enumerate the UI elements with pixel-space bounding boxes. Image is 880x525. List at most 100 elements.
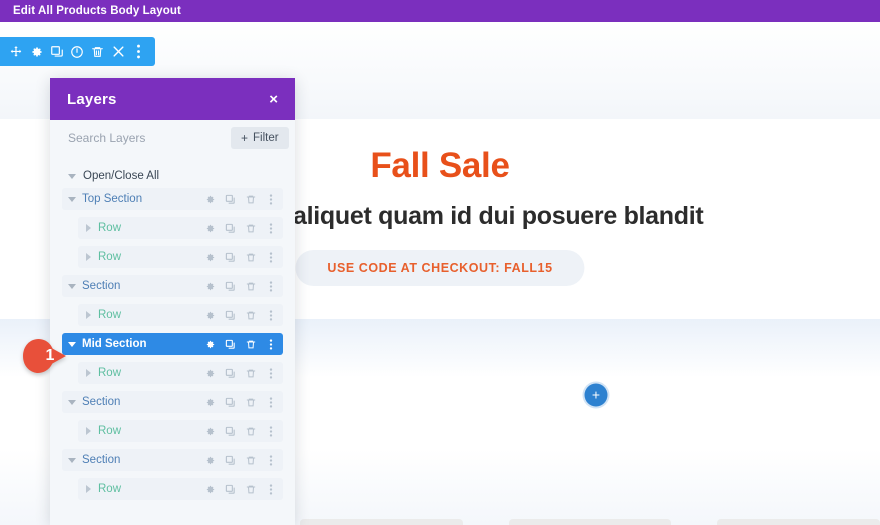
layer-row-label: Top Section bbox=[82, 193, 143, 205]
chevron-right-icon[interactable] bbox=[78, 485, 98, 493]
gear-icon[interactable] bbox=[205, 251, 216, 263]
trash-icon[interactable] bbox=[245, 193, 256, 205]
duplicate-icon[interactable] bbox=[225, 193, 236, 205]
chevron-right-icon[interactable] bbox=[78, 224, 98, 232]
builder-toolbar bbox=[0, 37, 155, 66]
ellipsis-vertical-icon[interactable] bbox=[265, 367, 276, 379]
layers-list[interactable]: Open/Close All Top Section Row Row Section R… bbox=[50, 156, 295, 525]
layer-row-top-section-0[interactable]: Top Section bbox=[62, 188, 283, 210]
layer-row-actions bbox=[205, 454, 276, 466]
layer-row-row-2[interactable]: Row bbox=[78, 246, 283, 268]
ellipsis-vertical-icon[interactable] bbox=[265, 483, 276, 495]
power-icon[interactable] bbox=[69, 44, 85, 60]
duplicate-icon[interactable] bbox=[225, 251, 236, 263]
ellipsis-vertical-icon[interactable] bbox=[265, 193, 276, 205]
search-layers-input[interactable] bbox=[68, 131, 223, 145]
duplicate-icon[interactable] bbox=[225, 425, 236, 437]
chevron-right-icon[interactable] bbox=[78, 311, 98, 319]
filter-button-label: Filter bbox=[253, 132, 279, 144]
layer-row-actions bbox=[205, 483, 276, 495]
trash-icon[interactable] bbox=[245, 396, 256, 408]
layer-row-section-7[interactable]: Section bbox=[62, 391, 283, 413]
gear-icon[interactable] bbox=[29, 44, 45, 60]
ellipsis-vertical-icon[interactable] bbox=[265, 425, 276, 437]
layers-icon[interactable] bbox=[49, 44, 65, 60]
duplicate-icon[interactable] bbox=[225, 222, 236, 234]
duplicate-icon[interactable] bbox=[225, 396, 236, 408]
layer-row-actions bbox=[205, 338, 276, 350]
promo-code-badge[interactable]: USE CODE AT CHECKOUT: FALL15 bbox=[295, 250, 585, 286]
gear-icon[interactable] bbox=[205, 396, 216, 408]
ellipsis-vertical-icon[interactable] bbox=[265, 309, 276, 321]
trash-icon[interactable] bbox=[245, 309, 256, 321]
trash-icon[interactable] bbox=[245, 222, 256, 234]
trash-icon[interactable] bbox=[245, 280, 256, 292]
screen: Fall Sale Curabitur aliquet quam id dui … bbox=[0, 0, 880, 525]
move-icon[interactable] bbox=[8, 44, 24, 60]
layers-panel-header: Layers × bbox=[50, 78, 295, 120]
product-card[interactable] bbox=[717, 519, 880, 525]
gear-icon[interactable] bbox=[205, 193, 216, 205]
layers-search-bar: + Filter bbox=[50, 120, 295, 156]
trash-icon[interactable] bbox=[245, 425, 256, 437]
ellipsis-vertical-icon[interactable] bbox=[265, 280, 276, 292]
filter-button[interactable]: + Filter bbox=[231, 127, 289, 149]
ellipsis-vertical-icon[interactable] bbox=[265, 222, 276, 234]
gear-icon[interactable] bbox=[205, 309, 216, 321]
product-card[interactable] bbox=[300, 519, 463, 525]
admin-bar-title: Edit All Products Body Layout bbox=[13, 5, 181, 17]
gear-icon[interactable] bbox=[205, 454, 216, 466]
layer-row-mid-section-5[interactable]: Mid Section bbox=[62, 333, 283, 355]
close-icon[interactable] bbox=[110, 44, 126, 60]
ellipsis-vertical-icon[interactable] bbox=[265, 454, 276, 466]
layer-row-row-10[interactable]: Row bbox=[78, 478, 283, 500]
trash-icon[interactable] bbox=[245, 483, 256, 495]
chevron-right-icon[interactable] bbox=[78, 369, 98, 377]
ellipsis-vertical-icon[interactable] bbox=[265, 396, 276, 408]
gear-icon[interactable] bbox=[205, 367, 216, 379]
layer-row-row-8[interactable]: Row bbox=[78, 420, 283, 442]
trash-icon[interactable] bbox=[245, 338, 256, 350]
trash-icon[interactable] bbox=[245, 251, 256, 263]
add-row-plus-icon: + bbox=[591, 386, 601, 403]
duplicate-icon[interactable] bbox=[225, 280, 236, 292]
gear-icon[interactable] bbox=[205, 222, 216, 234]
chevron-down-icon[interactable] bbox=[62, 283, 82, 289]
open-close-all-label: Open/Close All bbox=[83, 170, 160, 182]
gear-icon[interactable] bbox=[205, 280, 216, 292]
product-card[interactable] bbox=[508, 519, 672, 525]
layer-row-section-9[interactable]: Section bbox=[62, 449, 283, 471]
gear-icon[interactable] bbox=[205, 483, 216, 495]
layers-panel-title: Layers bbox=[67, 90, 117, 108]
duplicate-icon[interactable] bbox=[225, 338, 236, 350]
duplicate-icon[interactable] bbox=[225, 454, 236, 466]
layer-row-row-4[interactable]: Row bbox=[78, 304, 283, 326]
chevron-down-icon[interactable] bbox=[62, 399, 82, 405]
gear-icon[interactable] bbox=[205, 338, 216, 350]
duplicate-icon[interactable] bbox=[225, 367, 236, 379]
open-close-all-toggle[interactable]: Open/Close All bbox=[50, 166, 295, 188]
duplicate-icon[interactable] bbox=[225, 483, 236, 495]
layer-row-row-1[interactable]: Row bbox=[78, 217, 283, 239]
layer-row-actions bbox=[205, 309, 276, 321]
gear-icon[interactable] bbox=[205, 425, 216, 437]
chevron-down-icon[interactable] bbox=[62, 196, 82, 202]
layer-row-row-6[interactable]: Row bbox=[78, 362, 283, 384]
close-icon[interactable]: × bbox=[269, 92, 278, 107]
ellipsis-vertical-icon[interactable] bbox=[265, 338, 276, 350]
ellipsis-vertical-icon[interactable] bbox=[265, 251, 276, 263]
ellipsis-vertical-icon[interactable] bbox=[131, 44, 147, 60]
trash-icon[interactable] bbox=[245, 454, 256, 466]
trash-icon[interactable] bbox=[90, 44, 106, 60]
layer-row-label: Row bbox=[98, 425, 122, 437]
trash-icon[interactable] bbox=[245, 367, 256, 379]
add-row-button[interactable]: + bbox=[584, 383, 608, 407]
chevron-down-icon[interactable] bbox=[62, 457, 82, 463]
layer-row-actions bbox=[205, 222, 276, 234]
duplicate-icon[interactable] bbox=[225, 309, 236, 321]
chevron-right-icon[interactable] bbox=[78, 253, 98, 261]
layer-row-section-3[interactable]: Section bbox=[62, 275, 283, 297]
chevron-down-icon[interactable] bbox=[62, 341, 82, 347]
admin-bar: Edit All Products Body Layout bbox=[0, 0, 880, 22]
chevron-right-icon[interactable] bbox=[78, 427, 98, 435]
